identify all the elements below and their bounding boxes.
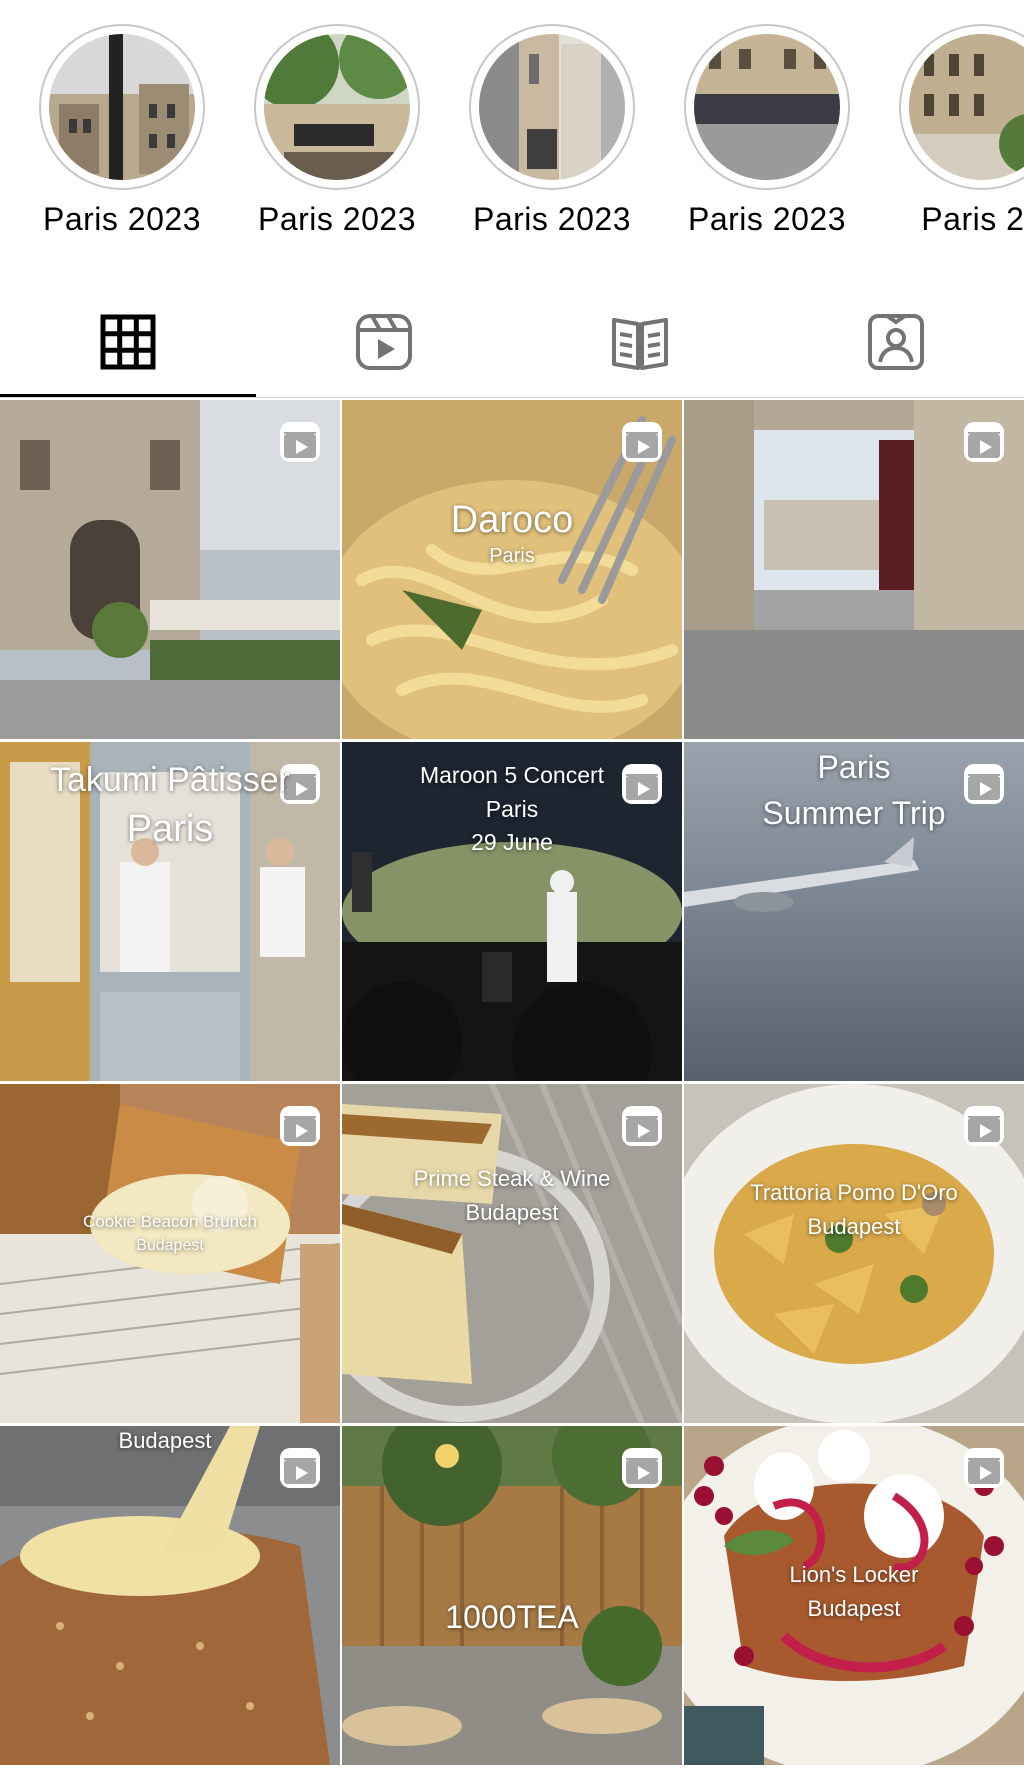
reel-icon xyxy=(964,1448,1004,1488)
post-caption-overlay: Budapest xyxy=(0,1428,340,1454)
reel-icon xyxy=(622,422,662,462)
reels-icon xyxy=(356,314,412,370)
post-tile[interactable]: Lion's Locker Budapest xyxy=(684,1426,1024,1765)
post-tile[interactable] xyxy=(0,400,340,739)
post-caption-title: Prime Steak & Wine xyxy=(413,1166,611,1191)
highlight-ring xyxy=(39,24,205,190)
highlight-item[interactable]: Paris 2023 xyxy=(36,24,206,254)
post-caption-overlay: Maroon 5 Concert Paris 29 June xyxy=(342,762,682,857)
post-caption-overlay: Paris Summer Trip xyxy=(684,748,1024,833)
post-caption-title: Daroco xyxy=(450,499,574,541)
post-caption-title: Budapest xyxy=(118,1428,212,1453)
highlight-item[interactable]: Paris 2023 xyxy=(681,24,851,254)
reel-icon xyxy=(280,422,320,462)
highlight-cover xyxy=(264,34,410,180)
tab-reels[interactable] xyxy=(256,300,512,400)
post-caption-overlay: 1000TEA xyxy=(342,1598,682,1636)
post-caption-subtitle: Summer Trip xyxy=(762,795,946,832)
reel-icon xyxy=(964,422,1004,462)
post-tile[interactable]: 1000TEA xyxy=(342,1426,682,1765)
highlight-item[interactable]: Paris 2023 xyxy=(251,24,421,254)
post-caption-overlay: Lion's Locker Budapest xyxy=(684,1562,1024,1623)
profile-tabs xyxy=(0,300,1024,400)
highlight-item[interactable]: Paris 20 xyxy=(896,24,1024,254)
tab-posts-grid[interactable] xyxy=(0,300,256,400)
post-caption-subtitle: Budapest xyxy=(465,1200,559,1226)
highlight-item[interactable]: Paris 2023 xyxy=(466,24,636,254)
reel-icon xyxy=(964,1106,1004,1146)
tab-divider xyxy=(0,397,1024,398)
reel-icon xyxy=(622,1106,662,1146)
highlight-ring xyxy=(469,24,635,190)
post-tile[interactable]: Trattoria Pomo D'Oro Budapest xyxy=(684,1084,1024,1423)
posts-grid: Daroco Paris Takumi Pâtisser Paris Maroo… xyxy=(0,400,1024,1771)
post-tile[interactable]: Takumi Pâtisser Paris xyxy=(0,742,340,1081)
tab-tagged[interactable] xyxy=(768,300,1024,400)
post-caption-title: Trattoria Pomo D'Oro xyxy=(750,1180,958,1205)
tab-guides[interactable] xyxy=(512,300,768,400)
post-caption-line: 29 June xyxy=(471,829,553,856)
guides-icon xyxy=(612,318,668,370)
post-tile[interactable]: Paris Summer Trip xyxy=(684,742,1024,1081)
post-caption-overlay: Trattoria Pomo D'Oro Budapest xyxy=(684,1180,1024,1241)
highlight-cover xyxy=(49,34,195,180)
highlight-label: Paris 2023 xyxy=(43,201,201,237)
reel-icon xyxy=(280,1106,320,1146)
post-caption-overlay: Daroco Paris xyxy=(342,498,682,568)
highlight-cover xyxy=(909,34,1024,180)
highlight-ring xyxy=(684,24,850,190)
post-tile[interactable]: Prime Steak & Wine Budapest xyxy=(342,1084,682,1423)
post-caption-title: Takumi Pâtisser xyxy=(50,761,290,799)
post-caption-title: Lion's Locker xyxy=(789,1562,919,1587)
reel-icon xyxy=(622,1448,662,1488)
post-caption-subtitle: Budapest xyxy=(136,1237,204,1255)
post-caption-title: Paris xyxy=(817,749,891,785)
post-caption-subtitle: Paris xyxy=(126,807,214,850)
highlight-label: Paris 2023 xyxy=(258,201,416,237)
highlight-label: Paris 2023 xyxy=(688,201,846,237)
post-caption-subtitle: Budapest xyxy=(807,1214,901,1240)
post-caption-overlay: Prime Steak & Wine Budapest xyxy=(342,1166,682,1227)
post-tile[interactable] xyxy=(684,400,1024,739)
grid-icon xyxy=(100,314,156,370)
tagged-icon xyxy=(868,314,924,370)
post-caption-title: Maroon 5 Concert xyxy=(419,762,605,788)
highlight-cover xyxy=(694,34,840,180)
post-caption-subtitle: Paris xyxy=(489,544,535,567)
post-caption-subtitle: Budapest xyxy=(807,1596,901,1622)
highlight-ring xyxy=(899,24,1024,190)
story-highlights: Paris 2023 Paris 2023 Paris 2023 Paris 2… xyxy=(0,0,1024,270)
post-caption-line: Paris xyxy=(485,795,539,822)
post-caption-overlay: Takumi Pâtisser Paris xyxy=(0,760,340,852)
post-tile[interactable]: Daroco Paris xyxy=(342,400,682,739)
post-tile[interactable]: Budapest xyxy=(0,1426,340,1765)
post-tile[interactable]: Maroon 5 Concert Paris 29 June xyxy=(342,742,682,1081)
post-caption-overlay: Cookie Beacon Brunch Budapest xyxy=(0,1212,340,1256)
post-tile[interactable]: Cookie Beacon Brunch Budapest xyxy=(0,1084,340,1423)
post-caption-title: 1000TEA xyxy=(445,1599,579,1635)
post-caption-title: Cookie Beacon Brunch xyxy=(83,1212,257,1231)
highlight-label: Paris 20 xyxy=(921,201,1024,237)
highlight-label: Paris 2023 xyxy=(473,201,631,237)
highlight-cover xyxy=(479,34,625,180)
highlight-ring xyxy=(254,24,420,190)
